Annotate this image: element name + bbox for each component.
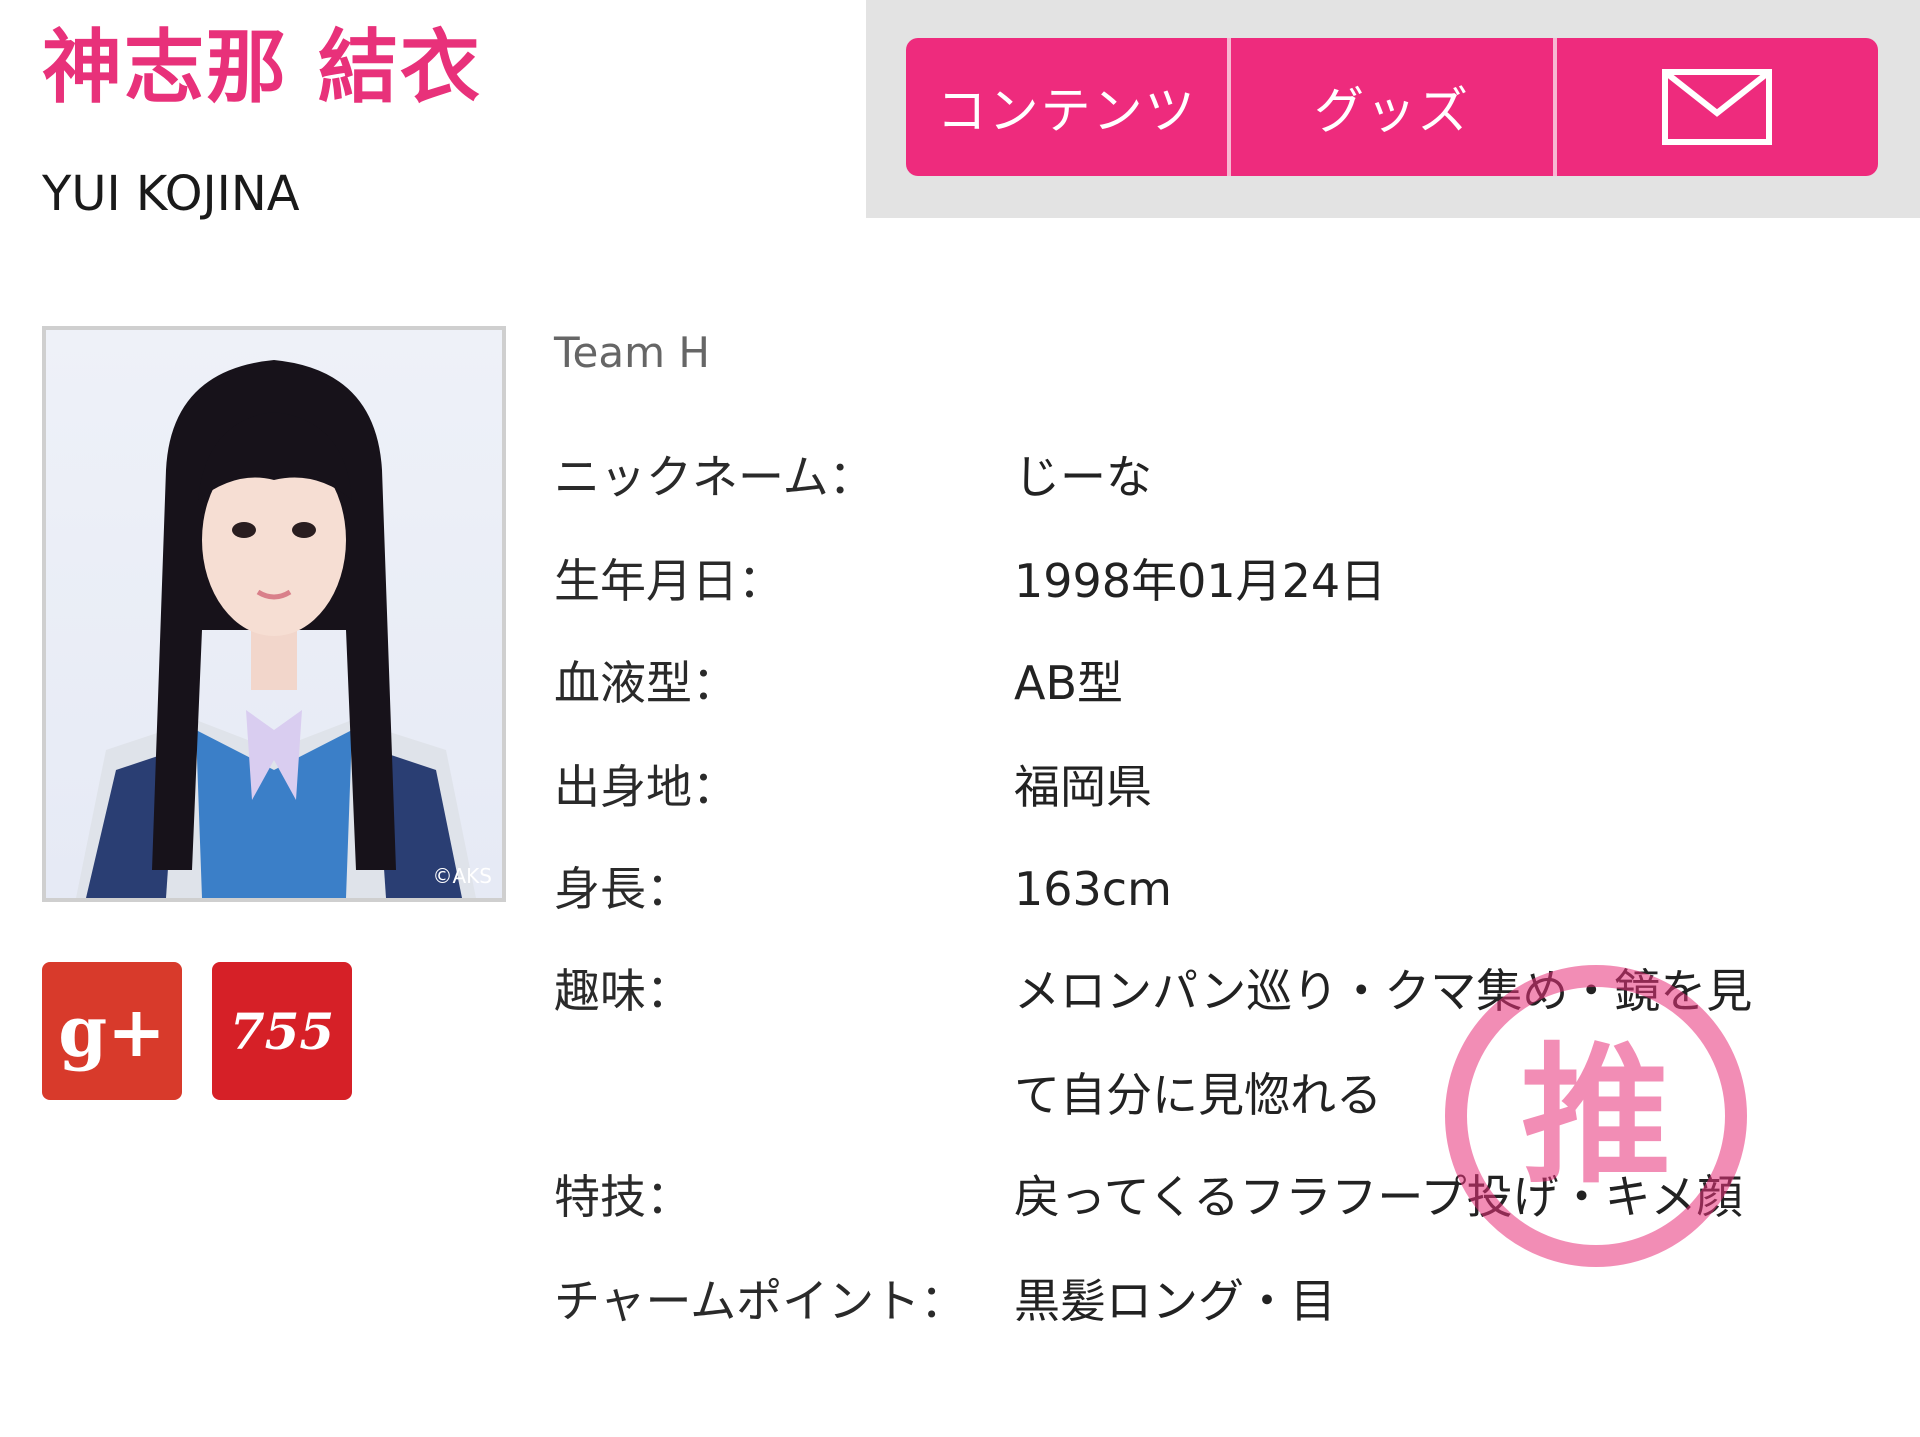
row-label: 血液型： <box>554 656 738 710</box>
top-nav: コンテンツ グッズ <box>906 38 1878 176</box>
team-name: Team H <box>554 328 710 377</box>
portrait-illustration <box>76 360 476 898</box>
contents-button[interactable]: コンテンツ <box>906 38 1227 176</box>
member-name-english: YUI KOJINA <box>42 166 300 222</box>
row-label: 生年月日： <box>554 554 784 608</box>
mail-button[interactable] <box>1552 38 1878 176</box>
row-label: チャームポイント： <box>554 1274 967 1328</box>
row-label: 趣味： <box>554 964 692 1018</box>
goods-button[interactable]: グッズ <box>1227 38 1552 176</box>
row-label: 身長： <box>554 862 692 916</box>
profile-page: 神志那 結衣 YUI KOJINA コンテンツ グッズ ©AKS g+ 755 … <box>0 0 1920 1437</box>
row-value: 163cm <box>1014 862 1172 916</box>
row-label: 特技： <box>554 1170 692 1224</box>
mail-icon <box>1662 69 1773 145</box>
row-label: ニックネーム： <box>554 450 875 504</box>
google-plus-button[interactable]: g+ <box>42 962 182 1100</box>
member-name-japanese: 神志那 結衣 <box>42 21 482 114</box>
row-value: AB型 <box>1014 656 1124 710</box>
member-photo: ©AKS <box>42 326 506 902</box>
row-value: 戻ってくるフラフープ投げ・キメ顔 <box>1014 1170 1743 1224</box>
row-value-continued: て自分に見惚れる <box>1014 1068 1382 1122</box>
row-value: メロンパン巡り・クマ集め・鏡を見 <box>1014 964 1753 1018</box>
row-value: 1998年01月24日 <box>1014 554 1387 608</box>
row-value: 福岡県 <box>1014 760 1152 814</box>
photo-copyright: ©AKS <box>432 864 493 888</box>
row-value: 黒髪ロング・目 <box>1014 1274 1336 1328</box>
row-value: じーな <box>1014 450 1152 504</box>
755-button[interactable]: 755 <box>212 962 352 1100</box>
row-label: 出身地： <box>554 760 738 814</box>
